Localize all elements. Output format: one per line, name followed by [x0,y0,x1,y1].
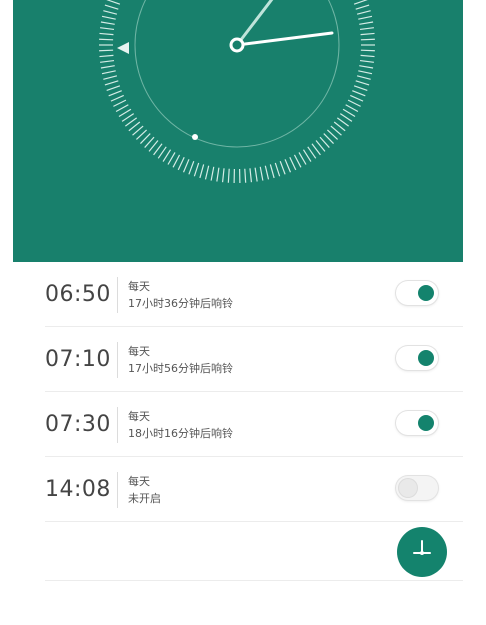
row-divider [117,407,118,443]
toggle-knob [418,350,434,366]
alarm-repeat: 每天 [128,345,150,358]
alarm-time: 07:10 [45,347,111,372]
row-divider [117,342,118,378]
alarm-time: 14:08 [45,477,111,502]
row-divider [117,472,118,508]
toggle-knob [399,479,417,497]
clock-center-icon [229,37,245,53]
toggle-knob [418,285,434,301]
analog-clock [13,0,463,262]
alarm-toggle[interactable] [396,281,438,305]
toggle-knob [418,415,434,431]
alarm-repeat: 每天 [128,475,150,488]
alarm-countdown: 17小时56分钟后响铃 [128,362,233,375]
alarm-countdown: 17小时36分钟后响铃 [128,297,233,310]
alarm-repeat: 每天 [128,410,150,423]
alarm-time: 06:50 [45,282,111,307]
alarm-row[interactable]: 07:10 每天 17小时56分钟后响铃 [45,327,463,392]
alarm-toggle[interactable] [396,346,438,370]
clock-tick [99,38,114,41]
alarm-repeat: 每天 [128,280,150,293]
clock-tick [360,49,375,52]
clock-tick [99,49,114,52]
alarm-row[interactable]: 14:08 每天 未开启 [45,457,463,522]
alarm-time: 07:30 [45,412,111,437]
clock-tick [360,38,375,41]
add-alarm-icon [413,540,431,555]
alarm-status-off: 未开启 [128,492,161,505]
clock-seconds-dot [192,134,198,140]
row-divider [117,277,118,313]
alarm-row[interactable]: 07:30 每天 18小时16分钟后响铃 [45,392,463,457]
add-alarm-button[interactable] [397,527,447,577]
alarm-toggle[interactable] [396,411,438,435]
alarm-countdown: 18小时16分钟后响铃 [128,427,233,440]
alarm-row[interactable]: 06:50 每天 17小时36分钟后响铃 [45,262,463,327]
clock-header [13,0,463,262]
alarm-screen: 06:50 每天 17小时36分钟后响铃 07:10 每天 17小时56分钟后响… [0,0,486,625]
alarm-list: 06:50 每天 17小时36分钟后响铃 07:10 每天 17小时56分钟后响… [45,262,463,522]
alarm-toggle[interactable] [396,476,438,500]
